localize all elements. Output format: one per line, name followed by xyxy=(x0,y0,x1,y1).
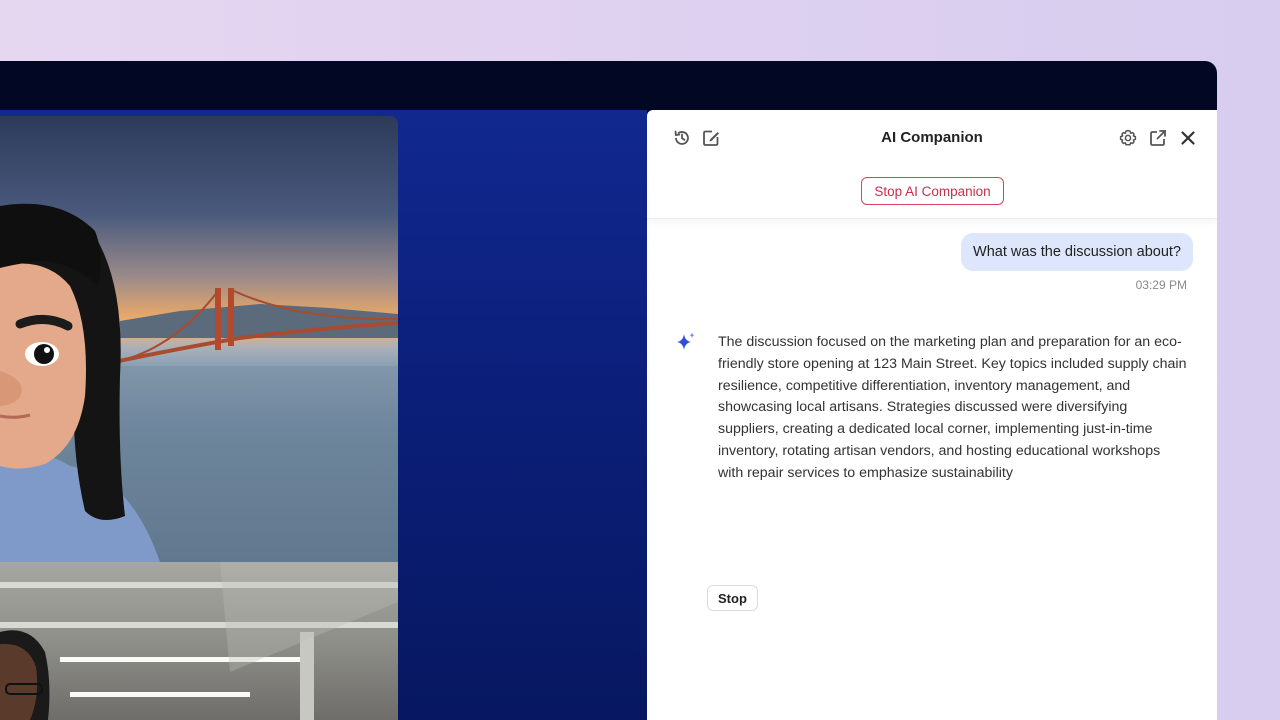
user-message-bubble: What was the discussion about? xyxy=(961,233,1193,271)
meeting-app-window: AI Companion Stop AI Companion What was … xyxy=(0,61,1217,720)
meeting-video-area xyxy=(0,110,647,720)
video-tile-participant[interactable] xyxy=(0,562,398,720)
stop-ai-companion-button[interactable]: Stop AI Companion xyxy=(861,177,1004,205)
message-timestamp: 03:29 PM xyxy=(1135,278,1187,292)
gear-icon[interactable] xyxy=(1117,127,1139,149)
ai-response-text: The discussion focused on the marketing … xyxy=(718,334,1187,481)
participant-video-image xyxy=(0,562,398,720)
sparkle-icon xyxy=(675,331,697,353)
video-tile-avatar[interactable] xyxy=(0,116,398,562)
panel-header: AI Companion xyxy=(647,110,1217,166)
popout-icon[interactable] xyxy=(1147,127,1169,149)
close-icon[interactable] xyxy=(1177,127,1199,149)
avatar-video-image xyxy=(0,203,398,562)
ai-companion-panel: AI Companion Stop AI Companion What was … xyxy=(647,110,1217,720)
stop-generating-button[interactable]: Stop xyxy=(707,585,758,611)
stop-companion-bar: Stop AI Companion xyxy=(647,166,1217,219)
